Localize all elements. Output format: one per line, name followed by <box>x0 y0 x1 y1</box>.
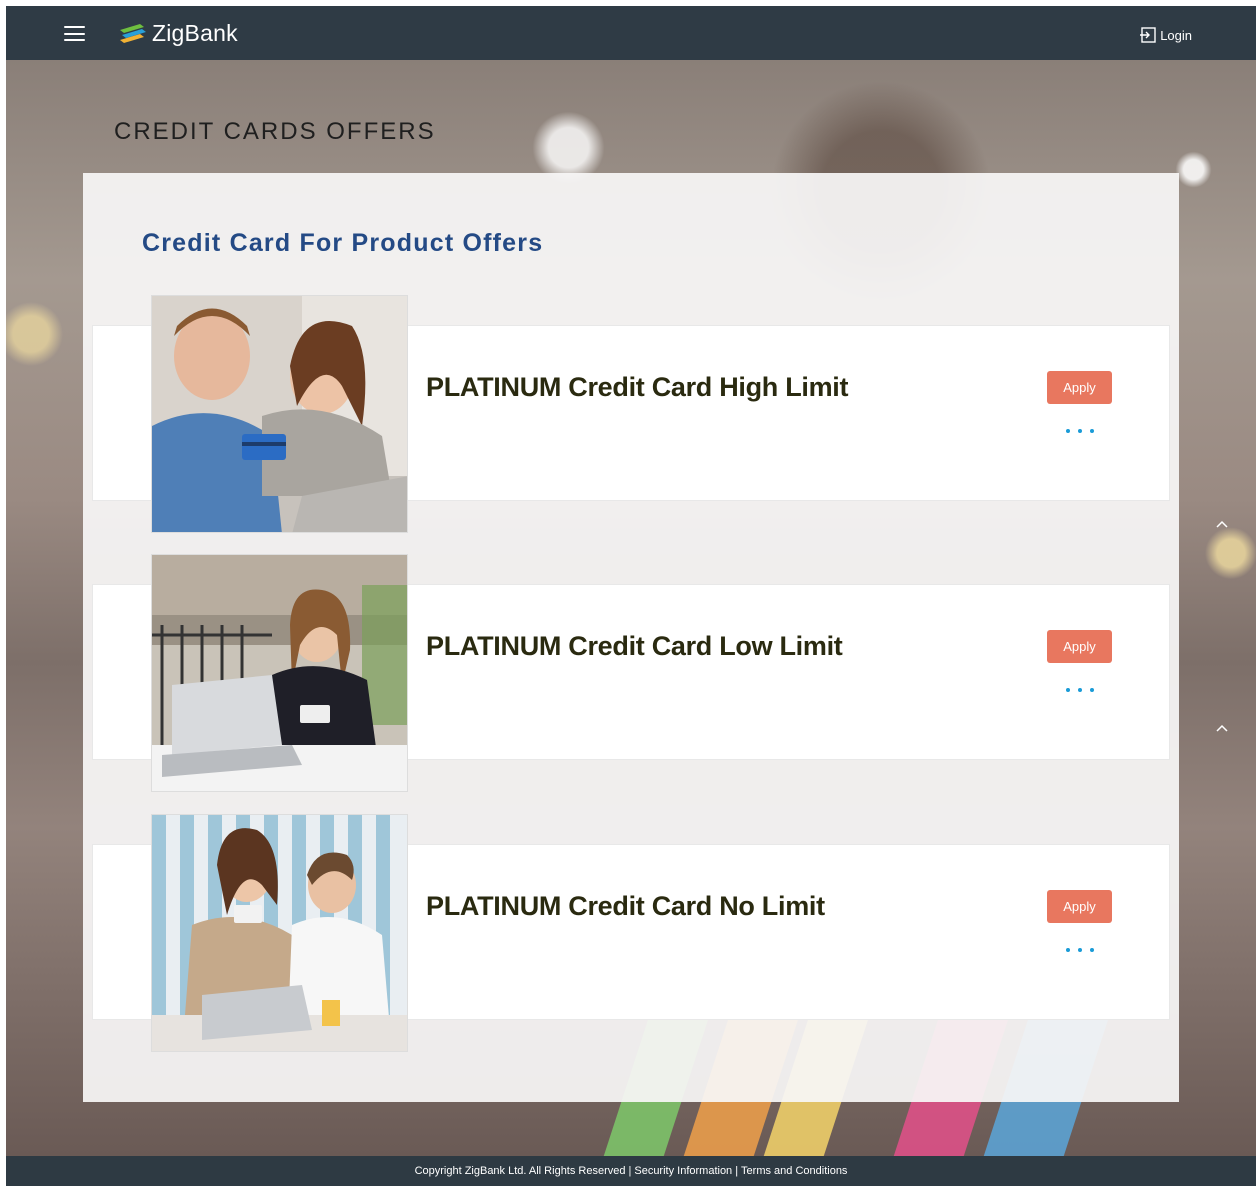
couple-laptop-photo <box>152 296 407 532</box>
brand-logo[interactable]: ZigBank <box>118 18 238 48</box>
footer: Copyright ZigBank Ltd. All Rights Reserv… <box>6 1156 1256 1186</box>
login-icon <box>1140 27 1156 43</box>
offer-card: PLATINUM Credit Card Low Limit Apply <box>92 554 1170 792</box>
couple-laptop-photo <box>152 815 407 1051</box>
apply-button[interactable]: Apply <box>1047 630 1112 663</box>
offer-card: PLATINUM Credit Card High Limit Apply <box>92 295 1170 533</box>
offer-image <box>151 814 408 1052</box>
offer-card: PLATINUM Credit Card No Limit Apply <box>92 814 1170 1052</box>
offer-title: PLATINUM Credit Card No Limit <box>426 891 825 921</box>
more-options-icon[interactable] <box>1066 683 1094 697</box>
offer-title: PLATINUM Credit Card Low Limit <box>426 631 843 661</box>
zigbank-logo-icon <box>120 24 146 43</box>
page-title: CREDIT CARDS OFFERS <box>114 118 436 145</box>
more-options-icon[interactable] <box>1066 943 1094 957</box>
top-navigation-bar: ZigBank Login <box>6 6 1256 60</box>
offers-panel: Credit Card For Product Offers PLATINUM … <box>83 173 1179 1102</box>
copyright-text: Copyright ZigBank Ltd. All Rights Reserv… <box>414 1165 626 1177</box>
terms-and-conditions-link[interactable]: Terms and Conditions <box>741 1165 847 1177</box>
app-frame: ZigBank Login CREDIT CARDS OFFERS Credit… <box>6 6 1256 1186</box>
more-options-icon[interactable] <box>1066 424 1094 438</box>
offer-image <box>151 554 408 792</box>
footer-separator: | <box>735 1165 739 1177</box>
woman-laptop-photo <box>152 555 407 791</box>
chevron-up-icon[interactable] <box>1215 519 1229 529</box>
section-title: Credit Card For Product Offers <box>142 229 544 257</box>
brand-name: ZigBank <box>152 19 238 46</box>
offer-title: PLATINUM Credit Card High Limit <box>426 372 849 402</box>
menu-icon[interactable] <box>64 26 85 41</box>
login-button[interactable]: Login <box>1139 24 1192 46</box>
apply-button[interactable]: Apply <box>1047 371 1112 404</box>
apply-button[interactable]: Apply <box>1047 890 1112 923</box>
login-label: Login <box>1160 27 1192 43</box>
chevron-up-icon[interactable] <box>1215 723 1229 733</box>
security-information-link[interactable]: Security Information <box>634 1165 732 1177</box>
footer-separator: | <box>628 1165 632 1177</box>
offer-image <box>151 295 408 533</box>
